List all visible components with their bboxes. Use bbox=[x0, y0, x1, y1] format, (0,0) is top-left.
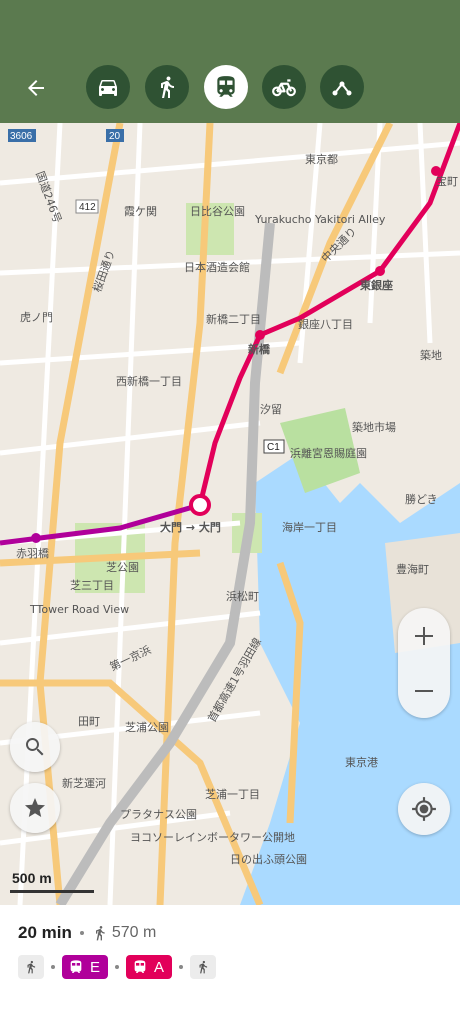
scale-bar bbox=[10, 890, 94, 893]
back-button[interactable] bbox=[16, 68, 56, 108]
label-higashi-ginza: 東銀座 bbox=[360, 278, 393, 292]
walk-step-chip bbox=[18, 955, 44, 979]
mode-route-button[interactable] bbox=[320, 65, 364, 109]
top-toolbar bbox=[0, 0, 460, 123]
train-icon bbox=[217, 76, 235, 97]
zoom-in-button[interactable] bbox=[398, 608, 450, 663]
label-daiichi-keihin: 第一京浜 bbox=[107, 642, 153, 673]
line-e-chip: E bbox=[62, 955, 109, 979]
map-canvas: 東京都 宝町 東銀座 新橋 大門 → 大門 赤羽橋 霞ケ関 日比谷公園 Yura… bbox=[0, 123, 460, 905]
line-a-chip: A bbox=[126, 955, 173, 979]
plus-icon bbox=[415, 626, 433, 645]
label-ginza: 銀座八丁目 bbox=[298, 317, 353, 331]
route-number-20: 20 bbox=[109, 131, 121, 142]
map-view[interactable]: 東京都 宝町 東銀座 新橋 大門 → 大門 赤羽橋 霞ケ関 日比谷公園 Yura… bbox=[0, 123, 460, 905]
label-kachidoki: 勝どき bbox=[405, 492, 438, 506]
search-icon bbox=[26, 738, 44, 756]
scale-label: 500 m bbox=[12, 870, 52, 886]
route-icon bbox=[332, 81, 352, 96]
route-number-c1: C1 bbox=[267, 442, 280, 453]
mode-bicycle-button[interactable] bbox=[262, 65, 306, 109]
station-shinbashi[interactable] bbox=[255, 330, 265, 340]
label-kaigan: 海岸一丁目 bbox=[282, 520, 337, 534]
walk-icon bbox=[27, 960, 36, 974]
label-rainbow-tower: ヨコソーレインボータワー公開地 bbox=[130, 831, 295, 844]
crosshair-icon bbox=[412, 797, 436, 821]
label-daimon-station: 大門 → 大門 bbox=[160, 520, 221, 534]
separator-dot bbox=[79, 931, 84, 935]
label-hamamatsucho: 浜松町 bbox=[226, 589, 259, 603]
label-shiba-3: 芝三丁目 bbox=[70, 579, 114, 592]
route-number-412: 412 bbox=[79, 202, 96, 213]
label-shiba-park: 芝公園 bbox=[106, 561, 139, 574]
label-kasumigaseki: 霞ケ関 bbox=[124, 205, 157, 218]
label-tokyo-tower: TTower Road View bbox=[29, 603, 129, 616]
duration-text: 20 min bbox=[18, 923, 72, 942]
step-separator bbox=[179, 965, 184, 969]
walk-icon bbox=[199, 960, 208, 974]
bookmarks-button[interactable] bbox=[10, 783, 60, 833]
station-higashi-ginza[interactable] bbox=[375, 266, 385, 276]
transfer-station-marker[interactable] bbox=[189, 494, 211, 516]
label-shibaura-1: 芝浦一丁目 bbox=[205, 788, 260, 801]
line-e-label: E bbox=[90, 958, 101, 976]
train-icon bbox=[134, 960, 146, 973]
route-steps: E A bbox=[18, 955, 217, 979]
label-shibaura-park: 芝浦公園 bbox=[125, 721, 169, 734]
route-summary-panel[interactable]: 20 min 570 m E A bbox=[0, 905, 460, 1024]
label-tsukiji: 築地 bbox=[420, 348, 442, 362]
label-shinbashi: 新橋 bbox=[248, 342, 271, 356]
label-takaracho: 宝町 bbox=[436, 174, 458, 188]
summary-row: 20 min 570 m bbox=[18, 923, 156, 943]
walk-step-chip bbox=[190, 955, 217, 979]
search-button[interactable] bbox=[10, 722, 60, 772]
walk-distance: 570 m bbox=[92, 924, 156, 942]
label-tamachi: 田町 bbox=[78, 715, 100, 728]
label-kanda: 日本酒造会館 bbox=[184, 260, 250, 274]
label-toranomon: 虎ノ門 bbox=[20, 311, 53, 324]
label-toyomi: 豊海町 bbox=[396, 562, 429, 576]
mode-walk-button[interactable] bbox=[145, 65, 189, 109]
zoom-controls bbox=[398, 608, 450, 718]
car-icon bbox=[99, 80, 117, 96]
star-icon bbox=[25, 798, 45, 817]
label-shin-shibaura: 新芝運河 bbox=[62, 776, 106, 790]
minus-icon bbox=[415, 689, 433, 692]
walk-icon bbox=[95, 926, 105, 941]
zoom-out-button[interactable] bbox=[398, 663, 450, 718]
label-yurakucho: Yurakucho Yakitori Alley bbox=[254, 213, 386, 226]
station-akabanebashi[interactable] bbox=[31, 533, 41, 543]
walk-icon bbox=[161, 76, 174, 98]
label-tsukiji-market: 築地市場 bbox=[352, 420, 396, 434]
arrow-left-icon bbox=[28, 80, 44, 96]
label-hibiya-park: 日比谷公園 bbox=[190, 205, 245, 218]
my-location-button[interactable] bbox=[398, 783, 450, 835]
train-icon bbox=[70, 960, 82, 973]
label-shiodome: 汐留 bbox=[260, 402, 282, 416]
label-akabanebashi: 赤羽橋 bbox=[16, 546, 49, 560]
label-tokyo-to: 東京都 bbox=[305, 152, 338, 166]
line-a-label: A bbox=[154, 958, 165, 976]
label-nishi-shinbashi: 西新橋一丁目 bbox=[116, 374, 182, 388]
label-shinbashi-area: 新橋二丁目 bbox=[206, 312, 261, 326]
mode-transit-button[interactable] bbox=[204, 65, 248, 109]
bicycle-icon bbox=[272, 79, 296, 97]
route-number-3606: 3606 bbox=[10, 131, 33, 142]
step-separator bbox=[51, 965, 55, 969]
label-platanus: プラタナス公園 bbox=[120, 808, 197, 821]
label-hamarikyu: 浜離宮恩賜庭園 bbox=[290, 446, 367, 460]
label-tokyo-port: 東京港 bbox=[345, 755, 378, 769]
mode-car-button[interactable] bbox=[86, 65, 130, 109]
walk-distance-text: 570 m bbox=[111, 924, 157, 941]
label-hinode-pier: 日の出ふ頭公園 bbox=[230, 852, 307, 866]
step-separator bbox=[115, 965, 120, 969]
